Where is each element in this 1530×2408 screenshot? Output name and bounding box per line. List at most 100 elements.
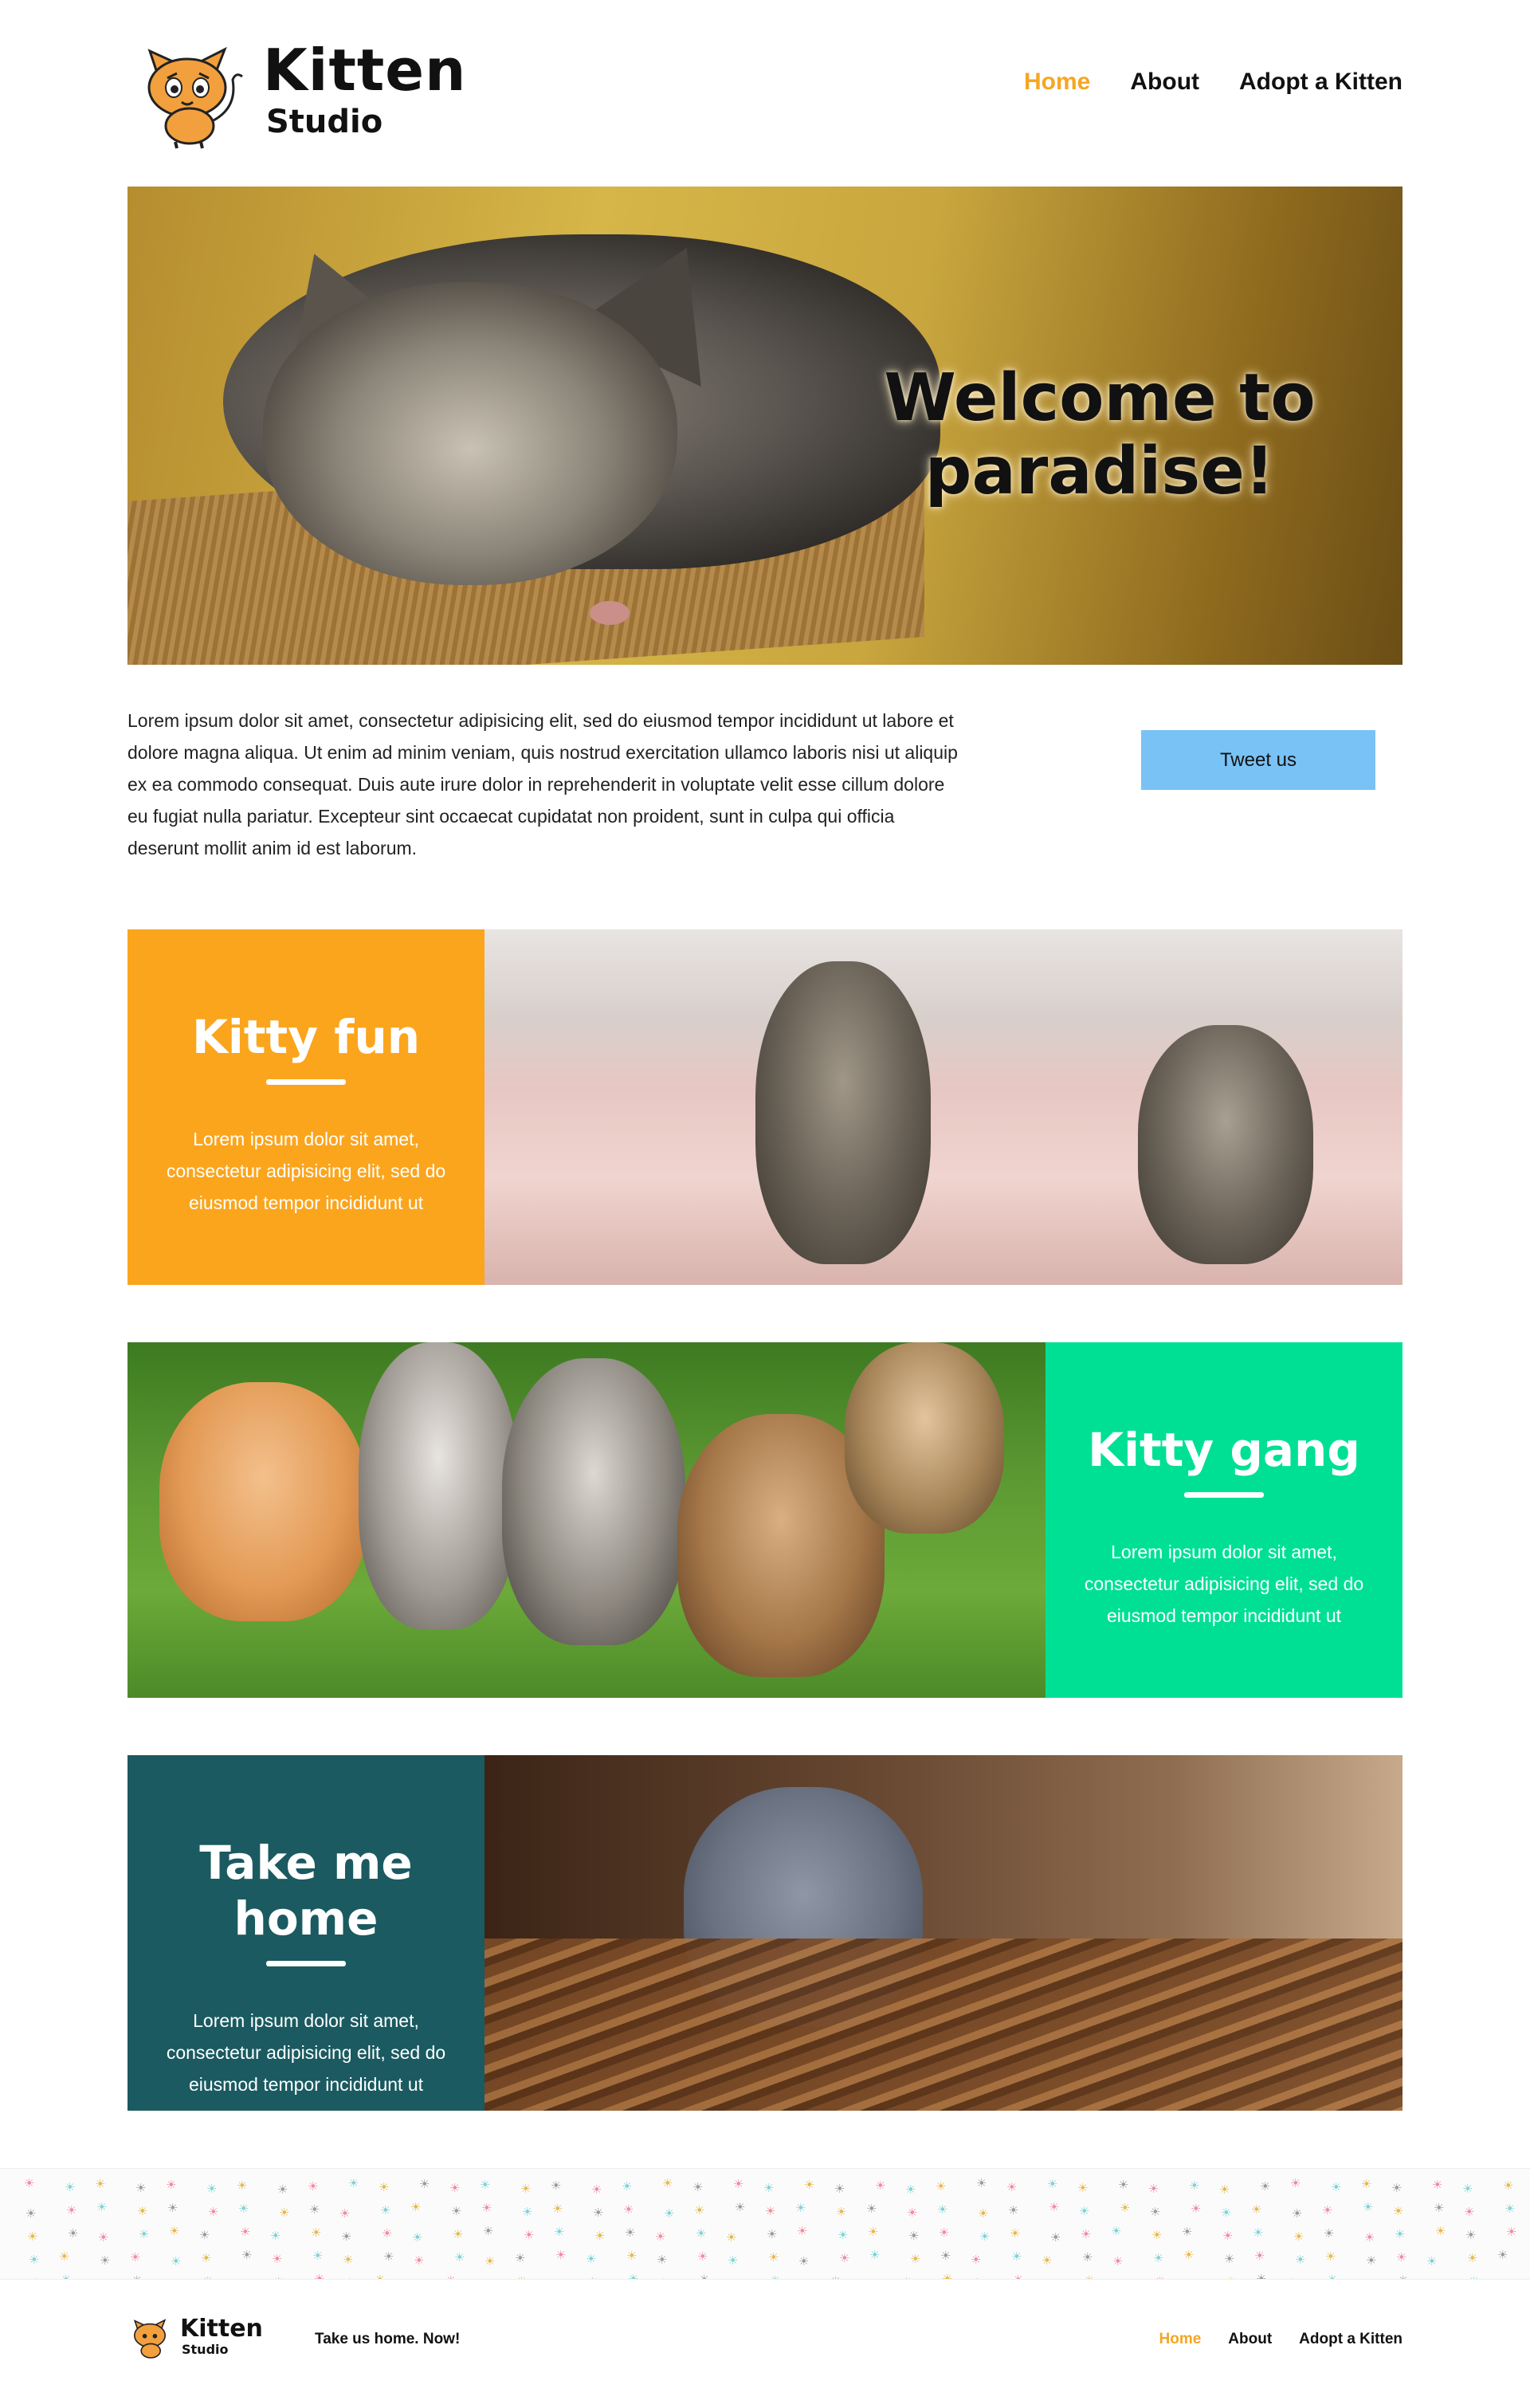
paw-icon: ☀: [626, 2249, 638, 2263]
paw-icon: ☀: [1189, 2179, 1200, 2193]
paw-icon: ☀: [1465, 2229, 1477, 2242]
feature-text: Lorem ipsum dolor sit amet, consectetur …: [166, 2010, 446, 2095]
paw-icon: ☀: [763, 2182, 775, 2195]
paw-icon: ☀: [936, 2180, 947, 2194]
paw-icon: ☀: [445, 2274, 456, 2279]
hero-title: Welcome to paradise!: [884, 360, 1316, 509]
footer-nav-about[interactable]: About: [1228, 2331, 1272, 2348]
paw-icon: ☀: [1084, 2274, 1094, 2279]
paw-icon: ☀: [277, 2183, 288, 2197]
paw-pattern-strip: ☀ ☀ ☀ ☀ ☀ ☀ ☀ ☀ ☀ ☀ ☀ ☀ ☀ ☀ ☀ ☀ ☀ ☀ ☀ ☀ ☀ ☀ ☀ ☀ ☀ ☀ ☀ ☀ ☀ ☀ ☀ ☀ ☀ ☀ ☀ ☀ ☀ ☀ ☀ ☀…: [0, 2168, 1530, 2280]
paw-icon: ☀: [1256, 2272, 1267, 2280]
footer-nav-adopt[interactable]: Adopt a Kitten: [1299, 2331, 1402, 2348]
paw-icon: ☀: [348, 2177, 359, 2190]
kitten-silver-2: [502, 1358, 685, 1645]
paw-icon: ☀: [139, 2228, 150, 2241]
paw-icon: ☀: [515, 2252, 526, 2265]
paw-icon: ☀: [238, 2202, 249, 2216]
footer-logo[interactable]: Kitten Studio: [128, 2312, 263, 2364]
paw-icon: ☀: [68, 2227, 79, 2241]
paw-icon: ☀: [1322, 2204, 1333, 2217]
paw-icon: ☀: [339, 2207, 351, 2221]
hero-cat-nose: [590, 601, 630, 625]
paw-icon: ☀: [100, 2254, 111, 2268]
paw-icon: ☀: [1325, 2250, 1336, 2264]
paw-icon: ☀: [1295, 2253, 1306, 2267]
paw-icon: ☀: [101, 2277, 112, 2279]
footer-logo-title: Kitten: [180, 2315, 263, 2343]
paw-icon: ☀: [1148, 2182, 1159, 2196]
paw-icon: ☀: [767, 2228, 778, 2241]
paw-icon: ☀: [166, 2178, 177, 2192]
paw-icon: ☀: [1462, 2182, 1473, 2196]
paw-icon: ☀: [61, 2273, 71, 2279]
paw-icon: ☀: [623, 2203, 634, 2217]
paw-icon: ☀: [29, 2253, 40, 2267]
paw-icon: ☀: [735, 2201, 746, 2214]
hero-banner: Welcome to paradise!: [128, 187, 1402, 665]
paw-icon: ☀: [1286, 2276, 1297, 2279]
paw-icon: ☀: [1047, 2178, 1058, 2191]
kitten-left: [755, 961, 931, 1264]
paw-icon: ☀: [1253, 2226, 1264, 2240]
feature-title: Kitty fun: [191, 1010, 421, 1064]
paw-icon: ☀: [729, 2277, 740, 2279]
paw-icon: ☀: [169, 2225, 180, 2238]
paw-icon: ☀: [834, 2182, 845, 2196]
paw-icon: ☀: [942, 2272, 953, 2280]
paw-icon: ☀: [279, 2206, 290, 2220]
paw-icon: ☀: [208, 2206, 219, 2219]
paw-icon: ☀: [202, 2275, 213, 2279]
paw-icon: ☀: [625, 2226, 636, 2240]
paw-icon: ☀: [1079, 2205, 1090, 2218]
paw-icon: ☀: [979, 2230, 991, 2244]
footer-nav-home[interactable]: Home: [1159, 2331, 1202, 2348]
paw-icon: ☀: [972, 2276, 983, 2279]
paw-icon: ☀: [312, 2249, 324, 2263]
paw-icon: ☀: [1155, 2275, 1165, 2279]
paw-icon: ☀: [800, 2278, 810, 2279]
paw-icon: ☀: [1506, 2225, 1517, 2239]
paw-icon: ☀: [454, 2251, 465, 2265]
title-underline: [266, 1961, 346, 1966]
paw-icon: ☀: [804, 2178, 815, 2192]
paw-icon: ☀: [658, 2276, 669, 2279]
paw-icon: ☀: [765, 2205, 776, 2218]
paw-icon: ☀: [622, 2180, 633, 2194]
paw-icon: ☀: [976, 2177, 987, 2190]
paw-icon: ☀: [270, 2229, 281, 2243]
nav-adopt[interactable]: Adopt a Kitten: [1239, 69, 1402, 96]
paw-icon: ☀: [483, 2225, 494, 2238]
paw-icon: ☀: [726, 2231, 737, 2245]
paw-icon: ☀: [1226, 2276, 1236, 2279]
site-logo[interactable]: Kitten Studio: [128, 32, 465, 151]
paw-icon: ☀: [1464, 2206, 1475, 2219]
kitten-back: [845, 1342, 1004, 1534]
paw-icon: ☀: [728, 2254, 739, 2268]
nav-about[interactable]: About: [1130, 69, 1199, 96]
paw-icon: ☀: [135, 2182, 147, 2195]
paw-icon: ☀: [1150, 2206, 1161, 2219]
tweet-button[interactable]: Tweet us: [1141, 730, 1375, 790]
paw-icon: ☀: [96, 2201, 108, 2214]
paw-icon: ☀: [309, 2203, 320, 2217]
paw-icon: ☀: [1366, 2254, 1377, 2268]
paw-icon: ☀: [130, 2251, 141, 2265]
paw-icon: ☀: [273, 2276, 284, 2279]
paw-icon: ☀: [657, 2253, 668, 2267]
logo-subtitle: Studio: [266, 104, 383, 140]
paw-icon: ☀: [30, 2276, 41, 2279]
paw-icon: ☀: [486, 2278, 496, 2279]
paw-icon: ☀: [1112, 2255, 1124, 2269]
paw-icon: ☀: [907, 2206, 918, 2220]
paw-icon: ☀: [137, 2205, 148, 2218]
paw-icon: ☀: [412, 2231, 423, 2245]
paw-icon: ☀: [940, 2249, 951, 2263]
paw-icon: ☀: [971, 2253, 982, 2267]
paw-icon: ☀: [1396, 2251, 1407, 2265]
nav-home[interactable]: Home: [1024, 69, 1090, 96]
paw-icon: ☀: [1221, 2206, 1232, 2220]
paw-icon: ☀: [905, 2183, 916, 2197]
logo-title: Kitten: [263, 37, 467, 104]
paw-icon: ☀: [869, 2249, 881, 2262]
